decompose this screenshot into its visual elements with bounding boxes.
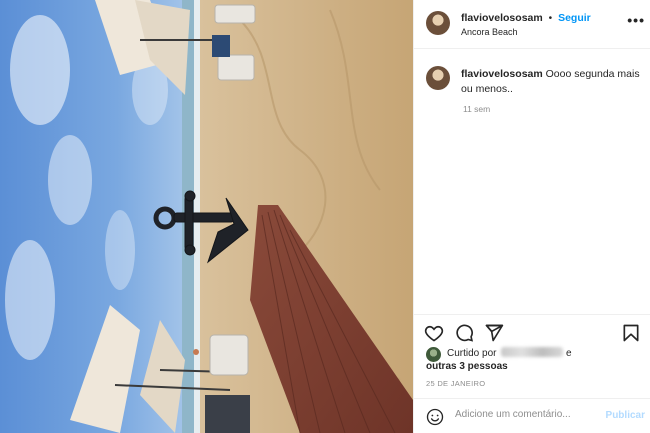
post-location[interactable]: Ancora Beach: [461, 27, 518, 37]
author-username[interactable]: flaviovelososam: [461, 12, 543, 24]
caption-avatar[interactable]: [426, 66, 450, 90]
comment-input[interactable]: [455, 409, 600, 420]
beach-photo-illustration: [0, 0, 413, 433]
post-side-panel: flaviovelososam • Seguir Ancora Beach ••…: [413, 0, 650, 433]
caption-username[interactable]: flaviovelososam: [461, 68, 543, 80]
action-bar: [414, 314, 650, 350]
likes-line-1: Curtido por e: [447, 347, 572, 361]
likes-others[interactable]: outras 3 pessoas: [426, 360, 508, 374]
likes-conjunction: e: [566, 348, 572, 359]
author-avatar[interactable]: [426, 11, 450, 35]
follow-button[interactable]: Seguir: [558, 12, 591, 24]
comment-icon[interactable]: [454, 323, 474, 343]
publish-button[interactable]: Publicar: [606, 410, 645, 421]
post-photo[interactable]: [0, 0, 413, 433]
emoji-icon[interactable]: [426, 408, 444, 426]
caption-timestamp[interactable]: 11 sem: [463, 104, 490, 114]
author-line: flaviovelososam • Seguir: [461, 12, 591, 24]
caption-text-block: flaviovelososam Oooo segunda mais ou men…: [461, 67, 641, 97]
blurred-username: [501, 347, 564, 357]
likes-prefix: Curtido por: [447, 348, 497, 359]
bookmark-icon[interactable]: [621, 323, 641, 343]
paper-plane-icon[interactable]: [484, 323, 504, 343]
post-date[interactable]: 25 DE JANEIRO: [426, 379, 485, 388]
comment-composer: Publicar: [414, 398, 650, 433]
heart-icon[interactable]: [424, 323, 444, 343]
more-options-icon[interactable]: •••: [627, 12, 645, 28]
separator-dot: •: [548, 13, 553, 24]
post-header: flaviovelososam • Seguir Ancora Beach ••…: [414, 0, 650, 49]
